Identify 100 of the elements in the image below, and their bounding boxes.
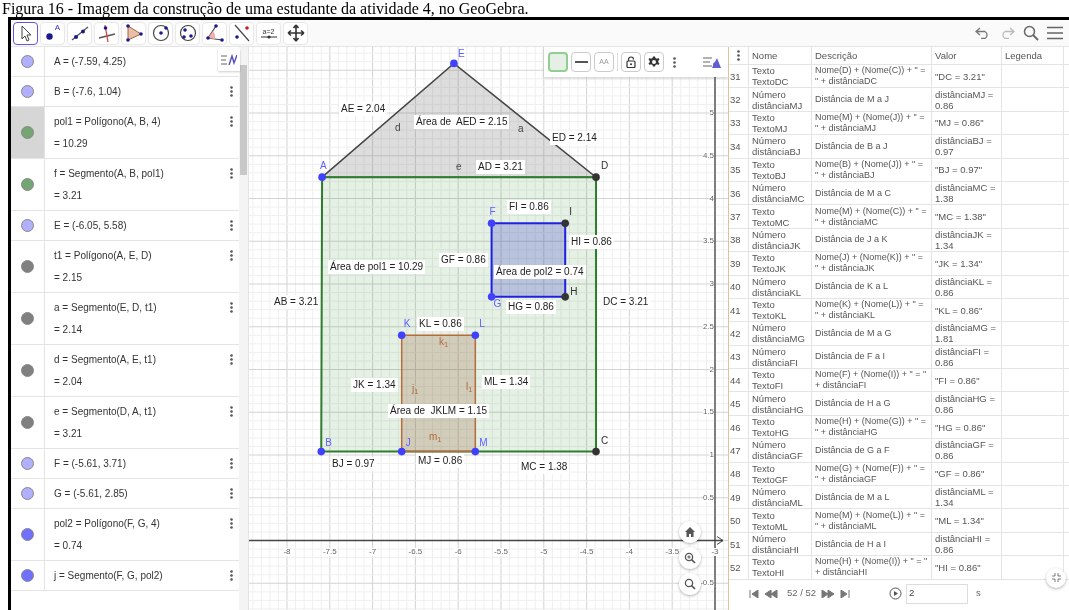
point-icon (46, 32, 53, 40)
scrollbar[interactable] (239, 47, 248, 610)
point-label: F (489, 207, 496, 218)
x-tick-label: -6 (454, 547, 462, 556)
table-cell: Texto TextoJK (749, 252, 812, 275)
more-options-icon[interactable] (673, 56, 676, 68)
point-label: B (325, 437, 332, 448)
point-label: M (479, 437, 488, 448)
point[interactable] (471, 331, 480, 340)
table-cell: Distância de H a G (812, 392, 932, 415)
row-marker[interactable] (11, 107, 45, 158)
collapse-icon (1051, 573, 1061, 583)
point[interactable] (487, 293, 496, 301)
point[interactable] (487, 219, 496, 228)
row-number: 52 (729, 556, 749, 579)
point[interactable] (317, 447, 326, 456)
tool-button[interactable]: A (40, 21, 65, 45)
tool-button[interactable] (13, 21, 38, 45)
table-cell: Nome(H) + (Nome(G)) + " = " + distânciaHG (812, 415, 932, 439)
table-cell: "FI = 0.86" (932, 369, 1002, 392)
undo-icon[interactable] (975, 27, 991, 39)
table-cell: "JK = 1.34" (932, 252, 1002, 275)
point[interactable] (397, 331, 406, 340)
lock-button[interactable] (621, 52, 641, 72)
table-cell: Texto TextoML (749, 509, 812, 532)
home-button[interactable] (679, 521, 701, 543)
more-options-icon[interactable] (230, 220, 233, 231)
table-cell: "HI = 0.86" (932, 556, 1002, 579)
point[interactable] (592, 173, 600, 181)
more-options-icon[interactable] (230, 570, 233, 581)
point[interactable] (471, 447, 480, 456)
table-cell: Nome(M) + (Nome(J)) + " = " + distânciaMJ (812, 111, 932, 135)
table-cell: Texto TextoFI (749, 369, 812, 392)
point-label: I (569, 207, 572, 218)
more-options-icon[interactable] (230, 488, 233, 499)
next-last-icon[interactable] (821, 589, 852, 598)
x-tick-label: -3 (711, 547, 719, 556)
row-number: 33 (729, 111, 749, 135)
settings-button[interactable] (644, 52, 664, 72)
point[interactable] (561, 293, 569, 301)
more-options-icon[interactable] (230, 458, 233, 469)
table-cell: "BJ = 0.97" (932, 158, 1002, 181)
column-menu-icon[interactable] (737, 50, 740, 61)
table-cell: Distância de M a L (812, 486, 932, 509)
algebra-definition: pol2 = Polígono(F, G, 4) (54, 517, 160, 530)
slider-icon (260, 34, 277, 39)
zoom-out-button[interactable] (679, 573, 701, 595)
play-icon[interactable] (889, 587, 903, 601)
fill-color-button[interactable] (548, 52, 568, 72)
column-header[interactable]: Legenda (1002, 47, 1064, 64)
table-cell: Nome(F) + (Nome(I)) + " = " + distânciaFI (812, 369, 932, 392)
table-cell: Distância de F a I (812, 345, 932, 369)
point[interactable] (318, 173, 326, 181)
point-label: D (601, 161, 609, 172)
point[interactable] (397, 447, 406, 456)
y-tick-label: 5 (709, 109, 714, 117)
more-options-icon[interactable] (230, 250, 233, 261)
measure-label: JK = 1.34 (351, 378, 398, 392)
algebra-value: = 2.15 (54, 271, 83, 284)
point[interactable] (450, 59, 458, 68)
table-cell: "HG = 0.86" (932, 415, 1002, 439)
measure-label: AB = 3.21 (272, 295, 321, 309)
more-options-icon[interactable] (230, 86, 233, 97)
more-options-icon[interactable] (230, 406, 233, 417)
algebra-definition: d = Segmento(A, E, t1) (54, 353, 156, 366)
y-tick-label: 2 (709, 365, 714, 374)
zoom-in-button[interactable] (679, 547, 701, 569)
search-icon[interactable] (1023, 25, 1039, 41)
speed-field[interactable]: 2 (906, 583, 969, 604)
column-header[interactable]: Nome (749, 47, 812, 64)
point-label: L (479, 319, 485, 330)
more-options-icon[interactable] (230, 518, 233, 529)
column-header[interactable]: Descrição (812, 47, 932, 64)
more-options-icon[interactable] (230, 354, 233, 365)
more-options-icon[interactable] (230, 116, 233, 127)
more-options-icon[interactable] (230, 302, 233, 313)
table-cell: distânciaFI = 0.86 (932, 345, 1002, 369)
measure-label: MJ = 0.86 (416, 454, 465, 468)
algebra-definition: pol1 = Polígono(A, B, 4) (54, 115, 161, 128)
algebra-view-toggle[interactable] (218, 49, 240, 71)
row-number: 46 (729, 415, 749, 439)
algebra-definition: F = (-5.61, 3.71) (54, 457, 126, 470)
triangle-icon (123, 23, 144, 43)
table-cell: Texto TextoMJ (749, 111, 812, 135)
algebra-value: = 3.21 (54, 189, 83, 202)
point[interactable] (561, 219, 569, 228)
y-tick-label: 4 (709, 194, 714, 203)
row-number: 40 (729, 275, 749, 298)
row-number: 36 (729, 181, 749, 205)
algebra-value: = 0.74 (54, 539, 83, 552)
column-header[interactable]: Valor (932, 47, 1002, 64)
table-cell: distânciaMC = 1.38 (932, 181, 1002, 205)
zoom-out-icon (684, 578, 696, 590)
menu-icon[interactable] (1047, 26, 1063, 40)
line-style-button[interactable] (571, 52, 591, 72)
point[interactable] (592, 447, 600, 456)
view-toggle-icon[interactable] (702, 55, 722, 69)
table-cell: Texto TextoDC (749, 65, 812, 88)
table-cell: Nome(H) + (Nome(I)) + " = " + distânciaHI (812, 556, 932, 579)
more-options-icon[interactable] (230, 168, 233, 179)
